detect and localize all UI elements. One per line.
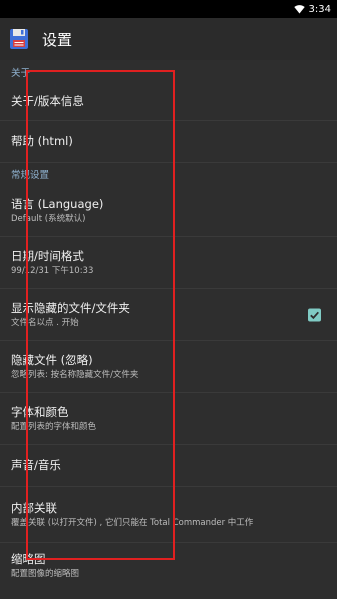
setting-ignore-list[interactable]: 隐藏文件 (忽略) 忽略列表: 按名称隐藏文件/文件夹 [0,341,337,393]
wifi-icon [293,4,305,14]
setting-title: 日期/时间格式 [11,248,84,263]
setting-fonts-colors[interactable]: 字体和颜色 配置列表的字体和颜色 [0,393,337,445]
show-hidden-checkbox[interactable] [308,308,321,321]
setting-title: 缩略图 [11,552,46,566]
setting-help[interactable]: 帮助 (html) [0,121,337,163]
setting-subtitle: Default (系统默认) [11,213,86,224]
setting-title: 声音/音乐 [11,458,61,472]
setting-about-version[interactable]: 关于/版本信息 [0,83,337,121]
setting-datetime-format[interactable]: 日期/时间格式 99/12/31 下午10:33 [0,237,337,289]
section-header-general: 常规设置 [11,170,50,181]
section-header-about: 关于 [11,67,31,79]
setting-show-hidden-files[interactable]: 显示隐藏的文件/文件夹 文件名以点 . 开始 [0,289,337,341]
setting-title: 内部关联 [11,500,57,515]
setting-title: 帮助 (html) [11,134,73,148]
setting-subtitle: 文件名以点 . 开始 [11,317,79,328]
floppy-disk-icon[interactable] [10,29,28,49]
setting-subtitle: 配置图像的缩略图 [11,569,80,579]
setting-thumbnails[interactable]: 缩略图 配置图像的缩略图 [0,543,337,589]
setting-title: 显示隐藏的文件/文件夹 [11,300,130,315]
toolbar: 设置 [0,18,337,60]
setting-title: 语言 (Language) [11,196,104,211]
status-bar: 3:34 [0,0,337,18]
setting-title: 字体和颜色 [11,404,69,419]
setting-subtitle: 99/12/31 下午10:33 [11,265,94,276]
setting-title: 隐藏文件 (忽略) [11,352,93,367]
status-time: 3:34 [308,3,331,15]
setting-subtitle: 忽略列表: 按名称隐藏文件/文件夹 [11,369,139,380]
setting-title: 关于/版本信息 [11,94,84,108]
setting-sound[interactable]: 声音/音乐 [0,445,337,487]
setting-internal-associations[interactable]: 内部关联 覆盖关联 (以打开文件) , 它们只能在 Total Commande… [0,487,337,543]
setting-language[interactable]: 语言 (Language) Default (系统默认) [0,185,337,237]
settings-list: 关于 关于/版本信息 帮助 (html) 常规设置 语言 (Language) … [0,60,337,589]
page-title: 设置 [42,30,73,49]
checkmark-icon [310,311,319,319]
setting-subtitle: 配置列表的字体和颜色 [11,421,97,432]
setting-subtitle: 覆盖关联 (以打开文件) , 它们只能在 Total Commander 中工作 [11,517,254,528]
